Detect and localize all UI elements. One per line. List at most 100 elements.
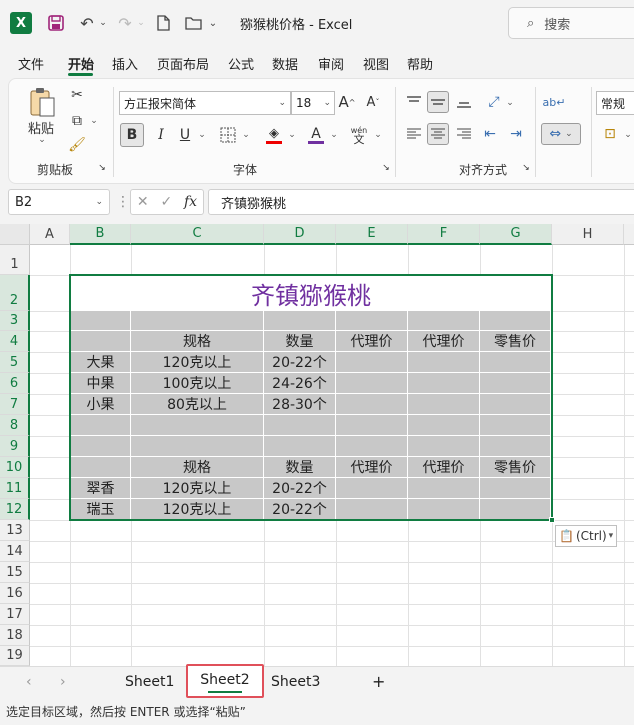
row-header-7[interactable]: 7 [0,394,30,415]
cell-spec[interactable]: 80克以上 [131,394,264,415]
paste-options-button[interactable]: 📋 (Ctrl) ▾ [555,525,617,547]
cell[interactable] [480,394,551,415]
header-cell-spec[interactable]: 规格 [131,331,264,352]
tab-insert[interactable]: 插入 [112,54,138,73]
increase-indent-icon[interactable]: ⇥ [505,123,527,145]
title-cell[interactable]: 齐镇猕猴桃 [71,276,551,311]
cell-qty[interactable]: 28-30个 [264,394,336,415]
cell-qty[interactable]: 20-22个 [264,478,336,499]
row-header-5[interactable]: 5 [0,352,30,373]
tab-data[interactable]: 数据 [272,54,298,73]
phonetic-dropdown-icon[interactable]: ⌄ [373,129,383,141]
cell-qty[interactable]: 20-22个 [264,499,336,520]
merge-center-button[interactable]: ⇔ ⌄ [541,123,581,145]
cell-name[interactable]: 中果 [71,373,131,394]
align-center-icon[interactable] [427,123,449,145]
increase-font-size-button[interactable]: A ^ [337,91,357,113]
fill-handle[interactable] [549,517,555,523]
orientation-icon[interactable]: ⤢ [483,91,505,113]
underline-dropdown-icon[interactable]: ⌄ [197,129,207,141]
cell-name[interactable]: 瑞玉 [71,499,131,520]
cell[interactable] [480,311,551,331]
column-header-e[interactable]: E [336,224,408,245]
cell[interactable] [336,415,408,436]
cell[interactable] [408,373,480,394]
cell-name[interactable]: 翠香 [71,478,131,499]
cell[interactable] [336,478,408,499]
row-header-19[interactable]: 19 [0,646,30,666]
row-header-17[interactable]: 17 [0,604,30,625]
header-cell-qty[interactable]: 数量 [264,331,336,352]
cell[interactable] [336,499,408,520]
row-header-3[interactable]: 3 [0,311,30,331]
alignment-launcher-icon[interactable]: ↘ [521,163,531,173]
borders-icon[interactable] [217,123,239,147]
italic-button[interactable]: I [151,123,171,147]
paste-dropdown-icon[interactable]: ⌄ [37,135,47,145]
orientation-dropdown-icon[interactable]: ⌄ [505,97,515,109]
row-header-16[interactable]: 16 [0,583,30,604]
tab-review[interactable]: 审阅 [318,54,344,73]
top-align-icon[interactable] [403,91,425,113]
phonetic-guide-button[interactable]: wén 文 [347,123,371,147]
cell[interactable] [480,373,551,394]
column-header-i[interactable] [624,224,634,245]
header-cell-retail-price[interactable]: 零售价 [480,331,551,352]
open-folder-icon[interactable] [182,12,204,34]
cut-icon[interactable]: ✂ [67,85,87,105]
font-launcher-icon[interactable]: ↘ [381,163,391,173]
cell-spec[interactable]: 120克以上 [131,352,264,373]
currency-icon[interactable]: ⊡ [599,123,621,145]
number-format-select[interactable]: 常规 [596,91,634,115]
cell[interactable] [264,436,336,457]
row-header-10[interactable]: 10 [0,457,30,478]
header-cell-qty[interactable]: 数量 [264,457,336,478]
cell[interactable] [71,457,131,478]
copy-dropdown-icon[interactable]: ⌄ [89,115,99,127]
bold-button[interactable]: B [120,123,144,147]
column-header-f[interactable]: F [408,224,480,245]
cell[interactable] [408,394,480,415]
fill-color-dropdown-icon[interactable]: ⌄ [287,129,297,141]
cell[interactable] [408,352,480,373]
cell[interactable] [71,415,131,436]
font-color-button[interactable]: A [305,123,327,147]
select-all-corner[interactable] [0,224,30,245]
row-header-11[interactable]: 11 [0,478,30,499]
redo-icon[interactable]: ↷ [114,12,136,34]
cell-name[interactable]: 小果 [71,394,131,415]
cell[interactable] [71,436,131,457]
cell-spec[interactable]: 120克以上 [131,499,264,520]
font-size-select[interactable]: 18 ⌄ [291,91,335,115]
cell[interactable] [480,478,551,499]
cancel-icon[interactable]: ✕ [137,194,149,210]
cell[interactable] [480,436,551,457]
cell[interactable] [408,499,480,520]
cell[interactable] [131,311,264,331]
tab-page-layout[interactable]: 页面布局 [157,54,209,73]
row-header-15[interactable]: 15 [0,562,30,583]
header-cell-agent-price[interactable]: 代理价 [336,457,408,478]
row-header-4[interactable]: 4 [0,331,30,352]
underline-button[interactable]: U [175,123,195,147]
align-right-icon[interactable] [453,123,475,145]
cell[interactable] [336,394,408,415]
add-sheet-button[interactable]: + [372,672,385,691]
cell[interactable] [264,311,336,331]
cell[interactable] [264,415,336,436]
formula-bar-grip-icon[interactable]: ⋮ [116,194,130,210]
cell[interactable] [408,436,480,457]
cell-qty[interactable]: 20-22个 [264,352,336,373]
header-cell-agent-price[interactable]: 代理价 [408,331,480,352]
undo-icon[interactable]: ↶ [76,12,98,34]
cell-name[interactable]: 大果 [71,352,131,373]
row-header-18[interactable]: 18 [0,625,30,646]
column-header-b[interactable]: B [70,224,131,245]
row-header-8[interactable]: 8 [0,415,30,436]
decrease-font-size-button[interactable]: Aˇ [363,91,383,113]
new-file-icon[interactable] [152,12,174,34]
tab-formulas[interactable]: 公式 [228,54,254,73]
row-header-14[interactable]: 14 [0,541,30,562]
clipboard-launcher-icon[interactable]: ↘ [97,163,107,173]
worksheet-grid[interactable]: A B C D E F G H 1 2 3 4 5 6 7 8 9 10 11 … [0,224,634,666]
